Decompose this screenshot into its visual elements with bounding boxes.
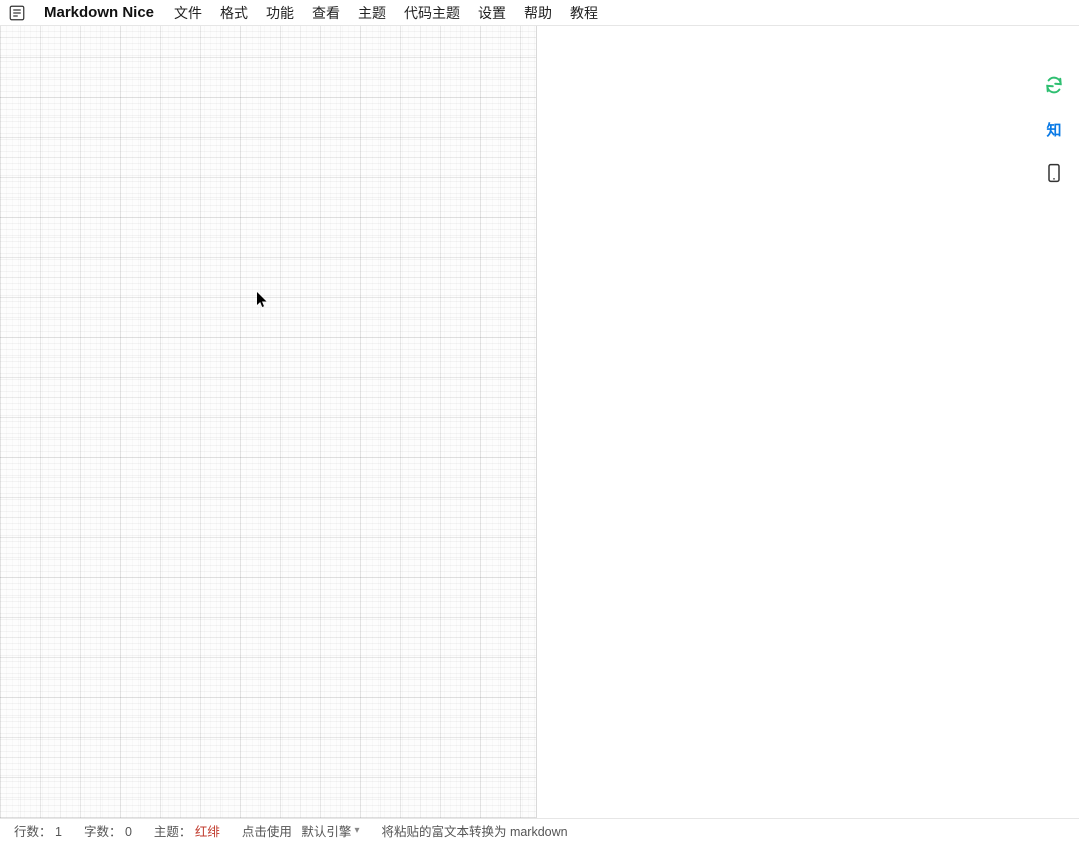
- chevron-down-icon: ▾: [354, 825, 359, 836]
- status-lines: 行数： 1: [14, 821, 62, 840]
- menu-function[interactable]: 功能: [264, 1, 296, 25]
- sync-icon[interactable]: [1043, 74, 1065, 96]
- status-theme: 主题： 红绯: [154, 821, 220, 840]
- status-words: 字数： 0: [84, 821, 132, 840]
- status-words-value: 0: [125, 825, 132, 839]
- editor-pane[interactable]: [0, 26, 537, 818]
- status-hint: 将粘贴的富文本转换为 markdown: [381, 821, 567, 840]
- main-area: 知: [0, 26, 1079, 818]
- right-toolbar: 知: [1043, 74, 1065, 184]
- logo-icon[interactable]: [8, 4, 26, 22]
- app-title: Markdown Nice: [44, 4, 154, 21]
- status-theme-value: 红绯: [195, 825, 220, 839]
- menu-code-theme[interactable]: 代码主题: [402, 1, 462, 25]
- statusbar: 行数： 1 字数： 0 主题： 红绯 点击使用 默认引擎 ▾ 将粘贴的富文本转换…: [0, 818, 1079, 842]
- engine-prefix: 点击使用: [242, 821, 292, 840]
- menu-view[interactable]: 查看: [310, 1, 342, 25]
- status-theme-label: 主题：: [154, 825, 192, 839]
- menu-format[interactable]: 格式: [218, 1, 250, 25]
- status-words-label: 字数：: [84, 825, 122, 839]
- preview-pane: 知: [537, 26, 1079, 818]
- zhihu-icon[interactable]: 知: [1043, 118, 1065, 140]
- status-lines-value: 1: [55, 825, 62, 839]
- menu-help[interactable]: 帮助: [522, 1, 554, 25]
- mouse-cursor-icon: [256, 291, 268, 309]
- engine-selected: 默认引擎: [301, 821, 351, 840]
- menu-file[interactable]: 文件: [172, 1, 204, 25]
- menubar: Markdown Nice 文件 格式 功能 查看 主题 代码主题 设置 帮助 …: [0, 0, 1079, 26]
- mobile-icon[interactable]: [1043, 162, 1065, 184]
- app-root: Markdown Nice 文件 格式 功能 查看 主题 代码主题 设置 帮助 …: [0, 0, 1079, 845]
- engine-select[interactable]: 点击使用 默认引擎 ▾: [242, 821, 360, 840]
- menu-tutorial[interactable]: 教程: [568, 1, 600, 25]
- menu-theme[interactable]: 主题: [356, 1, 388, 25]
- status-lines-label: 行数：: [14, 825, 52, 839]
- menu-settings[interactable]: 设置: [476, 1, 508, 25]
